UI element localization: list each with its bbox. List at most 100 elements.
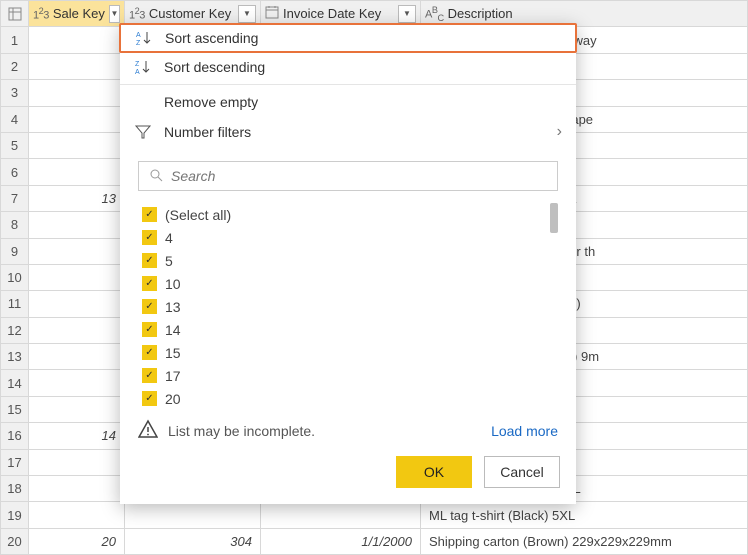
row-number[interactable]: 18: [1, 476, 29, 502]
filter-dropdown-button[interactable]: ▼: [109, 5, 120, 23]
checkbox-icon[interactable]: ✓: [142, 207, 157, 222]
sort-ascending[interactable]: AZ Sort ascending: [119, 23, 577, 53]
cell-sale-key[interactable]: [29, 80, 125, 106]
cell-sale-key[interactable]: [29, 396, 125, 422]
checkbox-icon[interactable]: ✓: [142, 276, 157, 291]
remove-empty[interactable]: Remove empty: [120, 87, 576, 117]
row-number[interactable]: 19: [1, 502, 29, 528]
row-number[interactable]: 17: [1, 449, 29, 475]
load-more-link[interactable]: Load more: [491, 423, 558, 439]
filter-value-row[interactable]: ✓(Select all): [138, 203, 558, 226]
menu-separator: [120, 84, 576, 85]
cell-sale-key[interactable]: [29, 27, 125, 53]
cell-sale-key[interactable]: [29, 370, 125, 396]
row-number[interactable]: 11: [1, 291, 29, 317]
row-number[interactable]: 15: [1, 396, 29, 422]
cell-sale-key[interactable]: [29, 238, 125, 264]
column-header-sale-key[interactable]: 123 Sale Key ▼: [29, 1, 125, 27]
row-number[interactable]: 13: [1, 344, 29, 370]
filter-value-row[interactable]: ✓ 20: [138, 387, 558, 409]
menu-label: Remove empty: [164, 94, 258, 110]
row-number[interactable]: 20: [1, 528, 29, 554]
row-number[interactable]: 2: [1, 53, 29, 79]
row-number[interactable]: 1: [1, 27, 29, 53]
filter-dropdown-button[interactable]: ▼: [238, 5, 256, 23]
menu-label: Number filters: [164, 124, 251, 140]
filter-value-row[interactable]: ✓ 17: [138, 364, 558, 387]
checkbox-icon[interactable]: ✓: [142, 391, 157, 406]
table-row[interactable]: 19 ML tag t-shirt (Black) 5XL: [1, 502, 748, 528]
row-number[interactable]: 9: [1, 238, 29, 264]
column-label: Description: [448, 6, 513, 21]
cell-sale-key[interactable]: 20: [29, 528, 125, 554]
checkbox-icon[interactable]: ✓: [142, 299, 157, 314]
search-input[interactable]: [171, 168, 547, 184]
filter-value-label: 17: [165, 368, 181, 384]
cell-description[interactable]: Shipping carton (Brown) 229x229x229mm: [421, 528, 748, 554]
filter-icon: [134, 124, 152, 140]
cell-sale-key[interactable]: [29, 159, 125, 185]
cell-sale-key[interactable]: [29, 449, 125, 475]
row-number[interactable]: 16: [1, 423, 29, 449]
svg-text:Z: Z: [136, 40, 141, 46]
filter-value-row[interactable]: ✓14: [138, 318, 558, 341]
svg-text:A: A: [136, 32, 141, 39]
cell-sale-key[interactable]: [29, 317, 125, 343]
cell-description[interactable]: ML tag t-shirt (Black) 5XL: [421, 502, 748, 528]
filter-value-row[interactable]: ✓10: [138, 272, 558, 295]
cell-sale-key[interactable]: [29, 53, 125, 79]
row-number[interactable]: 6: [1, 159, 29, 185]
cell-sale-key[interactable]: [29, 106, 125, 132]
row-number[interactable]: 3: [1, 80, 29, 106]
row-number[interactable]: 10: [1, 264, 29, 290]
row-number[interactable]: 12: [1, 317, 29, 343]
search-icon: [149, 168, 163, 185]
number-filters[interactable]: Number filters ›: [120, 117, 576, 147]
filter-value-label: 20: [165, 391, 181, 407]
cell-sale-key[interactable]: 13: [29, 185, 125, 211]
incomplete-text: List may be incomplete.: [168, 423, 315, 439]
cell-customer-key[interactable]: [125, 502, 261, 528]
checkbox-icon[interactable]: ✓: [142, 253, 157, 268]
cell-sale-key[interactable]: [29, 212, 125, 238]
table-row[interactable]: 20203041/1/2000Shipping carton (Brown) 2…: [1, 528, 748, 554]
cell-sale-key[interactable]: 14: [29, 423, 125, 449]
svg-text:Z: Z: [135, 61, 140, 68]
checkbox-icon[interactable]: ✓: [142, 345, 157, 360]
text-type-icon: ABC: [425, 5, 444, 23]
cell-sale-key[interactable]: [29, 264, 125, 290]
filter-values-list[interactable]: ✓(Select all)✓4✓5✓10✓13✓14✓15✓17✓20: [138, 199, 558, 409]
filter-panel: AZ Sort ascending ZA Sort descending Rem…: [120, 24, 576, 504]
cell-sale-key[interactable]: [29, 132, 125, 158]
menu-label: Sort descending: [164, 59, 265, 75]
filter-search-box[interactable]: [138, 161, 558, 191]
cell-sale-key[interactable]: [29, 502, 125, 528]
row-number[interactable]: 14: [1, 370, 29, 396]
cell-invoice-date[interactable]: 1/1/2000: [261, 528, 421, 554]
sort-descending[interactable]: ZA Sort descending: [120, 52, 576, 82]
table-corner[interactable]: [1, 1, 29, 27]
cell-invoice-date[interactable]: [261, 502, 421, 528]
cell-customer-key[interactable]: 304: [125, 528, 261, 554]
cell-sale-key[interactable]: [29, 476, 125, 502]
filter-value-row[interactable]: ✓13: [138, 295, 558, 318]
cell-sale-key[interactable]: [29, 291, 125, 317]
cell-sale-key[interactable]: [29, 344, 125, 370]
row-number[interactable]: 4: [1, 106, 29, 132]
filter-value-label: 15: [165, 345, 181, 361]
row-number[interactable]: 5: [1, 132, 29, 158]
row-number[interactable]: 8: [1, 212, 29, 238]
row-number[interactable]: 7: [1, 185, 29, 211]
filter-value-row[interactable]: ✓5: [138, 249, 558, 272]
filter-dropdown-button[interactable]: ▼: [398, 5, 416, 23]
checkbox-icon[interactable]: ✓: [142, 322, 157, 337]
number-type-icon: 123: [129, 6, 145, 22]
checkbox-icon[interactable]: ✓: [142, 368, 157, 383]
filter-value-row[interactable]: ✓4: [138, 226, 558, 249]
cancel-button[interactable]: Cancel: [484, 456, 560, 488]
filter-value-label: 5: [165, 253, 173, 269]
checkbox-icon[interactable]: ✓: [142, 230, 157, 245]
ok-button[interactable]: OK: [396, 456, 472, 488]
column-label: Customer Key: [149, 6, 231, 21]
filter-value-row[interactable]: ✓ 15: [138, 341, 558, 364]
